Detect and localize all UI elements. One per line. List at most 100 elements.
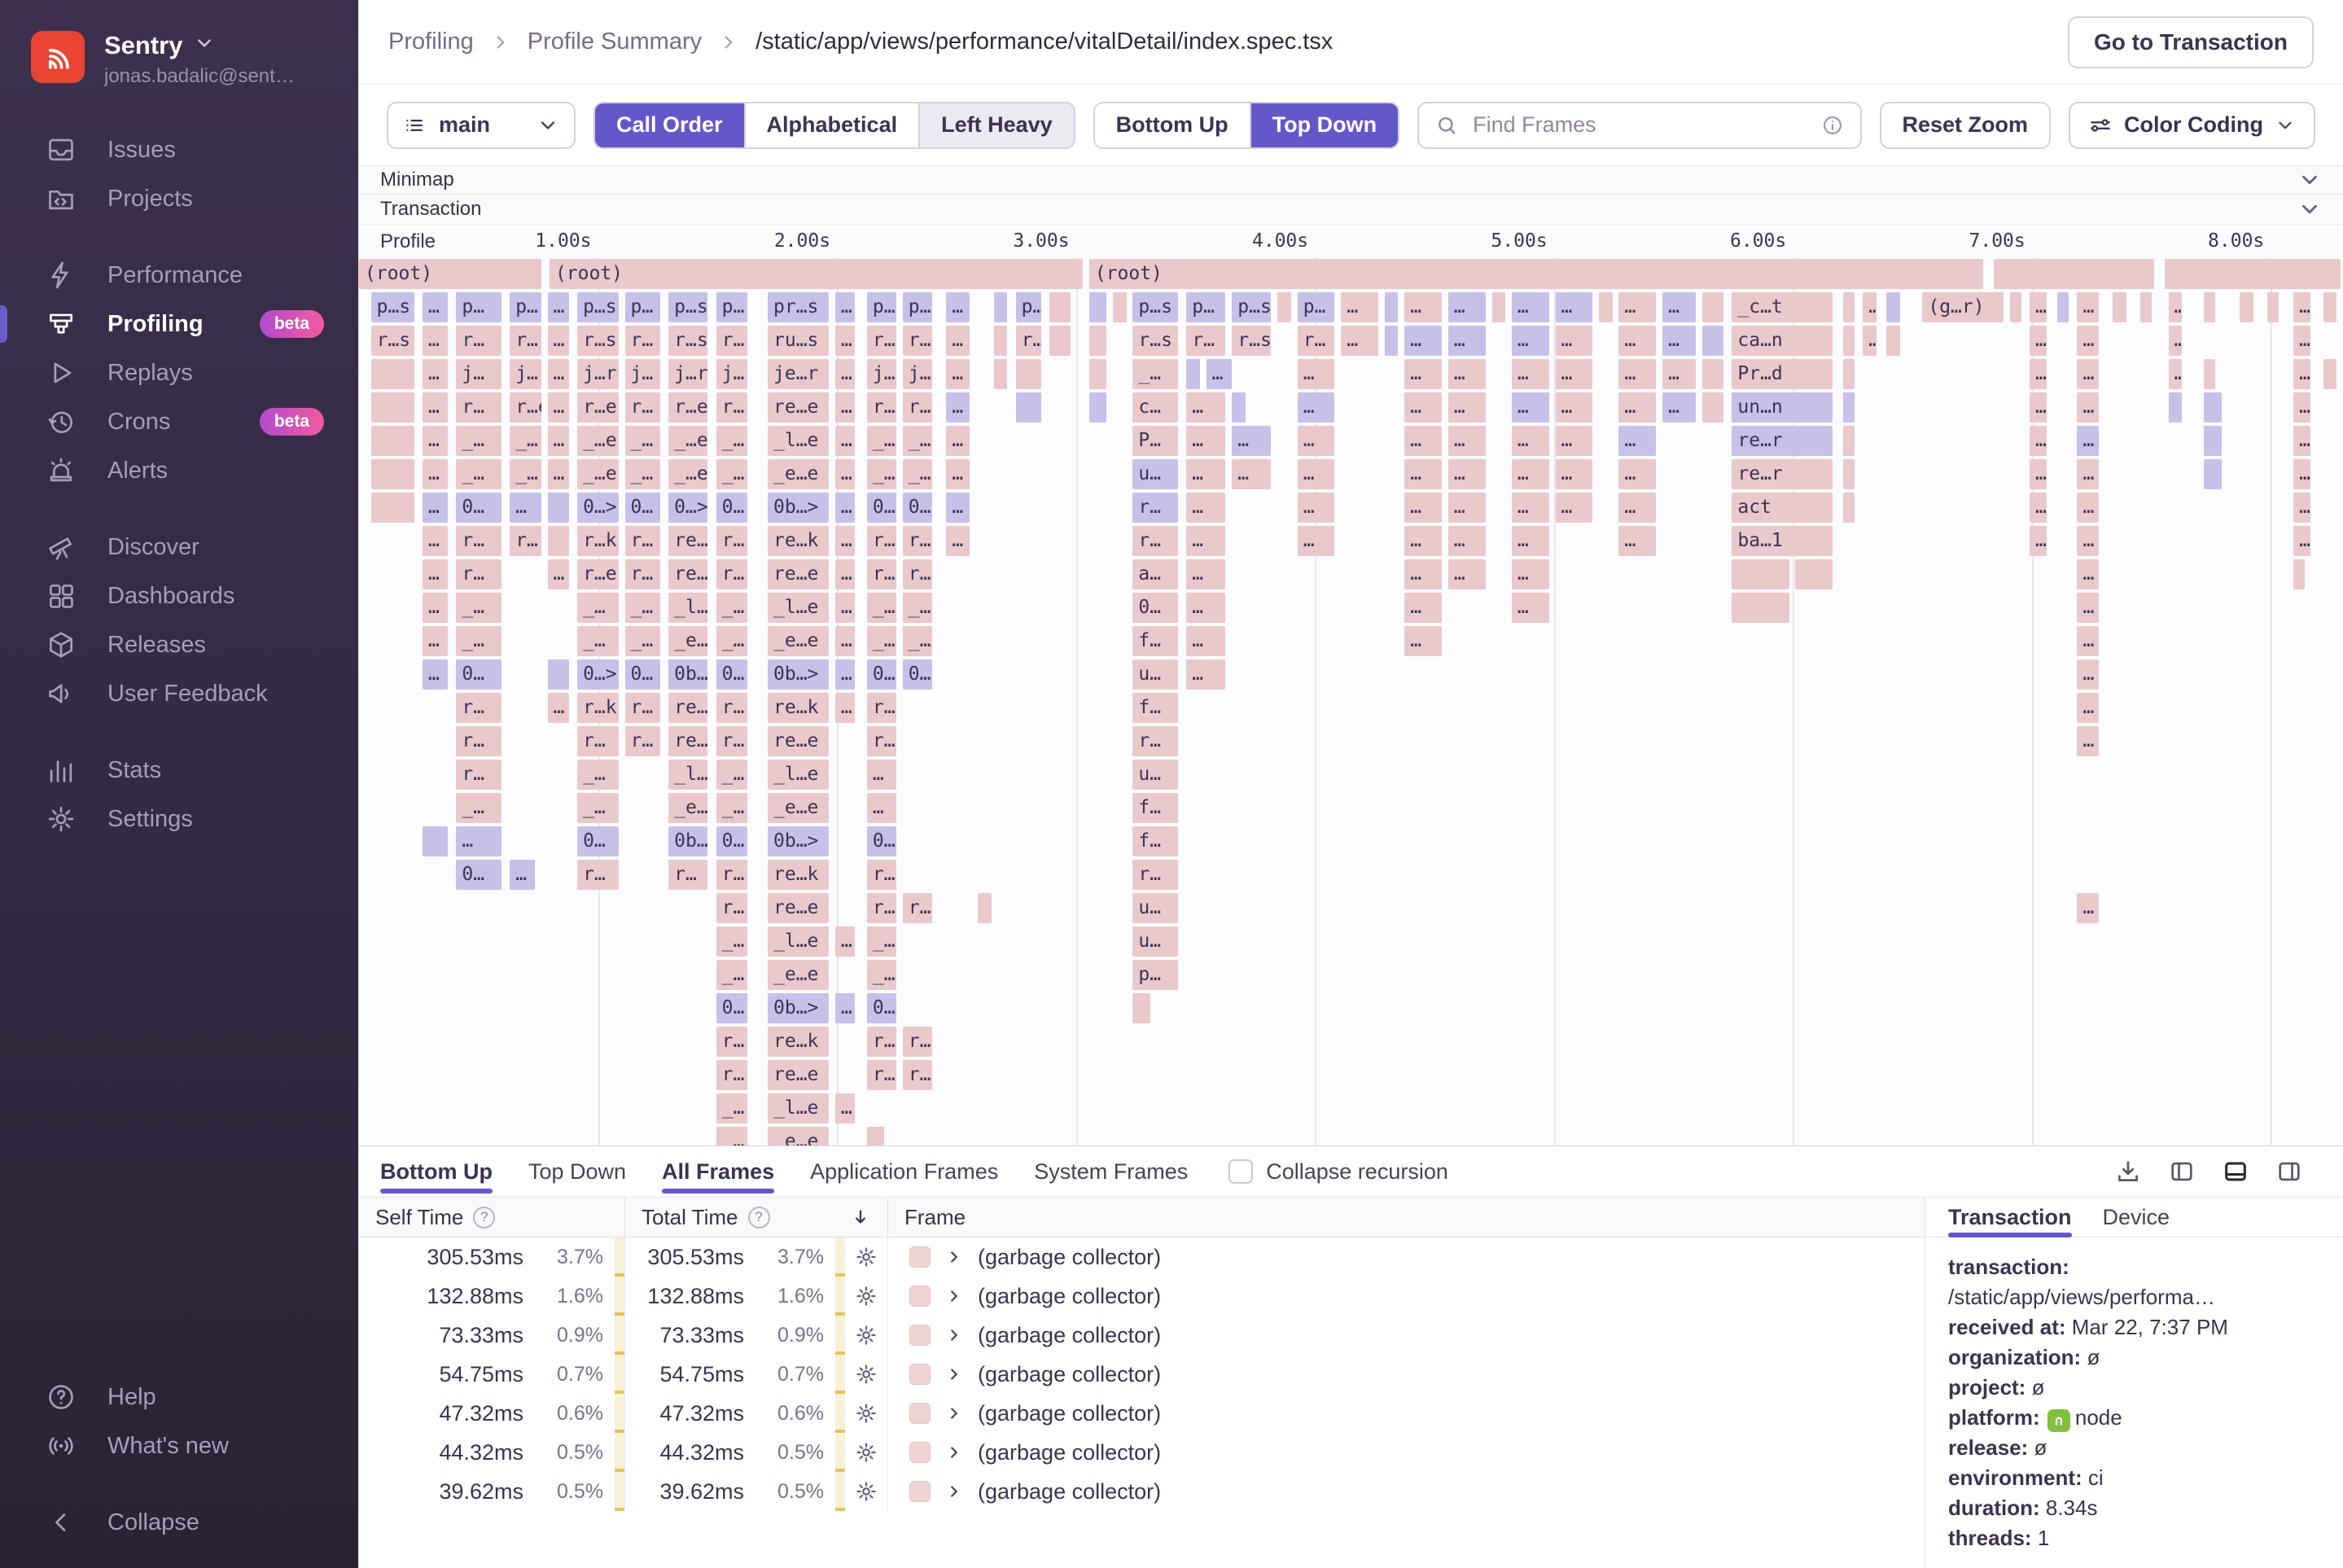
flame-frame-cell[interactable]: … bbox=[2077, 326, 2099, 356]
flame-frame-cell[interactable]: re…e bbox=[768, 392, 829, 423]
flame-frame-cell[interactable]: … bbox=[1662, 359, 1696, 389]
flame-frame-cell[interactable]: … bbox=[547, 359, 569, 389]
flame-frame-cell[interactable]: 0… bbox=[577, 826, 619, 856]
flame-frame-cell[interactable]: … bbox=[2077, 893, 2099, 923]
total-time-column-header[interactable]: Total Time ? bbox=[625, 1198, 888, 1237]
flame-frame-cell[interactable]: r…e bbox=[577, 392, 619, 423]
flame-frame-cell[interactable]: f… bbox=[1132, 626, 1178, 656]
flame-frame-cell[interactable]: … bbox=[422, 526, 449, 556]
flame-frame-cell[interactable]: r… bbox=[456, 326, 501, 356]
flame-frame-cell[interactable] bbox=[2113, 292, 2126, 322]
flame-frame-cell[interactable]: pr…s bbox=[768, 292, 829, 322]
flame-frame-cell[interactable]: _… bbox=[716, 760, 748, 790]
flame-frame-cell[interactable]: _e…e bbox=[768, 960, 829, 990]
sidebar-item-help[interactable]: Help bbox=[0, 1373, 358, 1421]
flame-frame-cell[interactable]: … bbox=[834, 493, 855, 523]
flame-frame-cell[interactable]: r… bbox=[716, 559, 748, 589]
download-icon[interactable] bbox=[2113, 1158, 2143, 1185]
flame-frame-cell[interactable]: … bbox=[2077, 359, 2099, 389]
sidebar-item-alerts[interactable]: Alerts bbox=[0, 446, 358, 495]
sidebar-item-user-feedback[interactable]: User Feedback bbox=[0, 669, 358, 718]
flame-frame-cell[interactable]: je…r bbox=[768, 359, 829, 389]
gear-icon[interactable] bbox=[845, 1362, 887, 1386]
layout-right-icon[interactable] bbox=[2275, 1158, 2304, 1185]
flame-frame-cell[interactable]: _e…e bbox=[768, 626, 829, 656]
sidebar-item-projects[interactable]: Projects bbox=[0, 174, 358, 223]
flame-frame-cell[interactable]: r… bbox=[1015, 326, 1041, 356]
flame-frame-cell[interactable] bbox=[1842, 359, 1855, 389]
flame-frame-cell[interactable]: … bbox=[946, 292, 970, 322]
expand-chevron-icon[interactable] bbox=[945, 1404, 963, 1422]
flame-frame-cell[interactable]: … bbox=[2293, 493, 2311, 523]
flame-frame-cell[interactable]: … bbox=[834, 559, 855, 589]
flame-frame-cell[interactable]: p…s bbox=[1232, 292, 1272, 322]
sort-descending-icon[interactable] bbox=[850, 1207, 871, 1228]
flame-frame-cell[interactable]: 0… bbox=[456, 860, 501, 890]
flame-frame-cell[interactable]: u… bbox=[1132, 926, 1178, 957]
sidebar-item-releases[interactable]: Releases bbox=[0, 620, 358, 669]
flame-frame-cell[interactable] bbox=[2293, 559, 2306, 589]
flame-frame-cell[interactable]: r… bbox=[716, 526, 748, 556]
frame-cell[interactable]: (garbage collector) bbox=[888, 1237, 1925, 1277]
flame-frame-cell[interactable]: 0… bbox=[866, 493, 896, 523]
flame-frame-cell[interactable]: 0… bbox=[902, 493, 932, 523]
flame-frame-cell[interactable] bbox=[993, 292, 1008, 322]
flame-frame-cell[interactable]: 0… bbox=[866, 826, 896, 856]
flame-frame-cell[interactable]: … bbox=[1404, 626, 1443, 656]
flame-frame-cell[interactable]: … bbox=[1297, 526, 1335, 556]
flame-frame-cell[interactable]: … bbox=[1186, 626, 1226, 656]
flame-frame-cell[interactable] bbox=[422, 826, 449, 856]
flame-frame-cell[interactable] bbox=[370, 359, 414, 389]
flame-frame-cell[interactable]: _… bbox=[510, 459, 541, 489]
flame-frame-cell[interactable]: _… bbox=[624, 459, 660, 489]
tab-application-frames[interactable]: Application Frames bbox=[810, 1146, 998, 1197]
flame-frame-cell[interactable]: … bbox=[2029, 392, 2047, 423]
flame-frame-cell[interactable]: 0… bbox=[716, 993, 748, 1023]
flame-frame-cell[interactable]: p… bbox=[1297, 292, 1335, 322]
flame-frame-cell[interactable]: … bbox=[510, 860, 536, 890]
flame-frame-cell[interactable]: … bbox=[946, 459, 970, 489]
flame-frame-cell[interactable] bbox=[2204, 426, 2222, 456]
flame-frame-cell[interactable]: r…e bbox=[510, 392, 541, 423]
flame-frame-cell[interactable]: r… bbox=[902, 326, 932, 356]
flame-frame-cell[interactable]: … bbox=[1186, 392, 1226, 423]
flame-frame-cell[interactable]: p… bbox=[1186, 292, 1226, 322]
flame-frame-cell[interactable] bbox=[2057, 292, 2069, 322]
sidebar-item-settings[interactable]: Settings bbox=[0, 795, 358, 843]
flame-frame-cell[interactable]: r… bbox=[1186, 326, 1226, 356]
flame-frame-cell[interactable] bbox=[1701, 392, 1724, 423]
tab-all-frames[interactable]: All Frames bbox=[662, 1146, 775, 1197]
flame-frame-cell[interactable]: … bbox=[946, 526, 970, 556]
go-to-transaction-button[interactable]: Go to Transaction bbox=[2067, 15, 2314, 68]
flame-frame-cell[interactable]: … bbox=[1618, 426, 1657, 456]
flame-frame-cell[interactable]: 0… bbox=[624, 659, 660, 690]
flame-frame-cell[interactable]: 0b…> bbox=[668, 826, 708, 856]
flame-frame-cell[interactable]: … bbox=[2077, 493, 2099, 523]
flame-frame-cell[interactable]: r… bbox=[866, 1027, 896, 1057]
details-tab-transaction[interactable]: Transaction bbox=[1948, 1198, 2072, 1237]
flame-frame-cell[interactable]: … bbox=[1404, 292, 1443, 322]
flame-frame-cell[interactable]: P… bbox=[1132, 426, 1178, 456]
checkbox-icon[interactable] bbox=[1228, 1159, 1254, 1184]
flame-frame-cell[interactable]: … bbox=[422, 493, 449, 523]
expand-chevron-icon[interactable] bbox=[945, 1483, 963, 1500]
flame-frame-cell[interactable] bbox=[1384, 326, 1399, 356]
flame-frame-cell[interactable]: … bbox=[422, 359, 449, 389]
flame-frame-cell[interactable]: r… bbox=[866, 326, 896, 356]
flame-frame-cell[interactable]: r…s bbox=[1232, 326, 1272, 356]
flame-frame-cell[interactable]: r… bbox=[510, 526, 541, 556]
flame-frame-cell[interactable]: … bbox=[1186, 593, 1226, 623]
flame-frame-cell[interactable]: … bbox=[834, 392, 855, 423]
layout-bottom-icon[interactable] bbox=[2221, 1158, 2250, 1185]
flame-frame-cell[interactable] bbox=[1732, 559, 1789, 589]
flame-frame-cell[interactable]: _… bbox=[716, 1127, 748, 1145]
flame-frame-cell[interactable]: r… bbox=[902, 1027, 932, 1057]
transaction-section-header[interactable]: Transaction bbox=[359, 195, 2343, 225]
flame-frame-cell[interactable]: 0… bbox=[624, 493, 660, 523]
flame-frame-cell[interactable] bbox=[2267, 292, 2279, 322]
flame-frame-cell[interactable]: … bbox=[1186, 559, 1226, 589]
flame-frame-cell[interactable]: … bbox=[2077, 292, 2099, 322]
flame-frame-cell[interactable] bbox=[866, 1127, 885, 1145]
flame-frame-cell[interactable]: … bbox=[422, 292, 449, 322]
flame-frame-cell[interactable]: … bbox=[1186, 659, 1226, 690]
